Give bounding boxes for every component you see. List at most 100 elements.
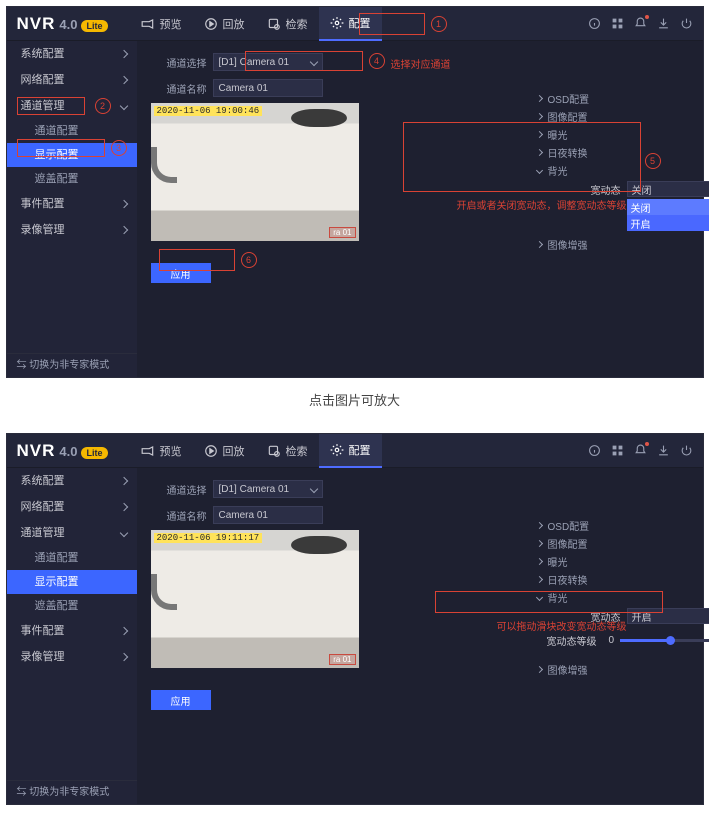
sidebar-display-cfg[interactable]: 显示配置	[7, 143, 137, 167]
wdr-select-value: 关闭	[632, 182, 652, 197]
chevron-down-icon	[535, 166, 542, 173]
topbar: NVR 4.0 Lite 预览 回放 检索 配置	[7, 7, 703, 41]
sidebar-channel-cfg[interactable]: 通道配置	[7, 119, 137, 143]
apply-button[interactable]: 应用	[151, 690, 211, 710]
gear-icon	[330, 443, 344, 457]
video-preview: 2020-11-06 19:11:17 ra 01	[151, 530, 359, 668]
logo-text: NVR	[17, 441, 56, 461]
rpanel-osd[interactable]: OSD配置	[537, 516, 709, 534]
preview-camera-label: ra 01	[329, 227, 355, 238]
nav-search[interactable]: 检索	[256, 7, 319, 41]
rpanel-imgenh[interactable]: 图像增强	[537, 235, 709, 253]
bell-icon[interactable]	[634, 17, 647, 30]
topbar-right	[588, 444, 693, 457]
nav-preview[interactable]: 预览	[130, 434, 193, 468]
search-icon	[267, 444, 281, 458]
sidebar: 系统配置 网络配置 通道管理 通道配置 显示配置 遮盖配置 事件配置 录像管理 …	[7, 468, 137, 804]
camera-icon	[141, 17, 155, 31]
topnav: 预览 回放 检索 配置	[130, 7, 382, 41]
bell-icon[interactable]	[634, 444, 647, 457]
info-icon[interactable]	[588, 17, 601, 30]
chevron-right-icon	[119, 50, 127, 58]
slider-thumb[interactable]	[666, 636, 675, 645]
apply-button[interactable]: 应用	[151, 263, 211, 283]
sidebar-footer[interactable]: ⇆ 切换为非专家模式	[7, 780, 137, 804]
rpanel-imgenh[interactable]: 图像增强	[537, 660, 709, 678]
sidebar-mask-cfg[interactable]: 遮盖配置	[7, 594, 137, 618]
right-panel: OSD配置 图像配置 曝光 日夜转换 背光 宽动态 关闭 关闭 开启	[537, 89, 709, 253]
channel-name-input[interactable]: Camera 01	[213, 506, 323, 524]
sidebar-mask-cfg[interactable]: 遮盖配置	[7, 167, 137, 191]
playback-icon	[204, 17, 218, 31]
rpanel-daynight[interactable]: 日夜转换	[537, 570, 709, 588]
sidebar-event-cfg[interactable]: 事件配置	[7, 191, 137, 217]
rpanel-backlight[interactable]: 背光	[537, 161, 709, 179]
channel-select[interactable]: [D1] Camera 01	[213, 53, 323, 71]
sidebar-channel-mgmt[interactable]: 通道管理	[7, 520, 137, 546]
nav-playback[interactable]: 回放	[193, 434, 256, 468]
wdr-slider[interactable]	[620, 639, 709, 642]
preview-camera-label: ra 01	[329, 654, 355, 665]
wdr-option-on[interactable]: 开启	[627, 215, 709, 231]
chevron-right-icon	[119, 76, 127, 84]
topbar: NVR 4.0 Lite 预览 回放 检索 配置	[7, 434, 703, 468]
nav-config[interactable]: 配置	[319, 7, 382, 41]
channel-name-input[interactable]: Camera 01	[213, 79, 323, 97]
sidebar-channel-cfg[interactable]: 通道配置	[7, 546, 137, 570]
chevron-right-icon	[535, 521, 542, 528]
sidebar-display-cfg[interactable]: 显示配置	[7, 570, 137, 594]
wdr-label: 宽动态	[537, 182, 621, 197]
chevron-down-icon	[119, 102, 127, 110]
sidebar-footer[interactable]: ⇆ 切换为非专家模式	[7, 353, 137, 377]
sidebar-system[interactable]: 系统配置	[7, 41, 137, 67]
grid-icon[interactable]	[611, 17, 624, 30]
logo-text: NVR	[17, 14, 56, 34]
nav-search[interactable]: 检索	[256, 434, 319, 468]
nav-search-label: 检索	[286, 16, 308, 32]
nav-config[interactable]: 配置	[319, 434, 382, 468]
sidebar-system[interactable]: 系统配置	[7, 468, 137, 494]
sidebar-channel-mgmt[interactable]: 通道管理	[7, 93, 137, 119]
topbar-right	[588, 17, 693, 30]
sidebar-network[interactable]: 网络配置	[7, 494, 137, 520]
rpanel-daynight[interactable]: 日夜转换	[537, 143, 709, 161]
rpanel-image[interactable]: 图像配置	[537, 534, 709, 552]
chevron-down-icon	[535, 593, 542, 600]
download-icon[interactable]	[657, 17, 670, 30]
logo: NVR 4.0 Lite	[17, 441, 108, 461]
sidebar-event-cfg[interactable]: 事件配置	[7, 618, 137, 644]
rpanel-backlight[interactable]: 背光	[537, 588, 709, 606]
chevron-right-icon	[119, 200, 127, 208]
power-icon[interactable]	[680, 17, 693, 30]
info-icon[interactable]	[588, 444, 601, 457]
camera-icon	[141, 444, 155, 458]
chevron-right-icon	[119, 477, 127, 485]
gear-icon	[330, 16, 344, 30]
power-icon[interactable]	[680, 444, 693, 457]
sidebar-record-cfg[interactable]: 录像管理	[7, 217, 137, 243]
wdr-select[interactable]: 关闭	[627, 181, 709, 197]
channel-name-label: 通道名称	[151, 508, 207, 523]
chevron-right-icon	[119, 627, 127, 635]
sidebar-system-label: 系统配置	[21, 41, 65, 67]
wdr-option-off[interactable]: 关闭	[627, 199, 709, 215]
preview-timestamp: 2020-11-06 19:00:46	[154, 106, 263, 116]
channel-select[interactable]: [D1] Camera 01	[213, 480, 323, 498]
sidebar-network-label: 网络配置	[21, 67, 65, 93]
grid-icon[interactable]	[611, 444, 624, 457]
nav-playback[interactable]: 回放	[193, 7, 256, 41]
rpanel-osd[interactable]: OSD配置	[537, 89, 709, 107]
sidebar-record-cfg[interactable]: 录像管理	[7, 644, 137, 670]
chevron-right-icon	[535, 539, 542, 546]
nav-preview[interactable]: 预览	[130, 7, 193, 41]
download-icon[interactable]	[657, 444, 670, 457]
wdr-select[interactable]: 开启	[627, 608, 709, 624]
rpanel-exposure[interactable]: 曝光	[537, 125, 709, 143]
rpanel-exposure[interactable]: 曝光	[537, 552, 709, 570]
rpanel-image[interactable]: 图像配置	[537, 107, 709, 125]
chevron-right-icon	[119, 653, 127, 661]
nav-playback-label: 回放	[223, 16, 245, 32]
sidebar-network[interactable]: 网络配置	[7, 67, 137, 93]
main-content: 通道选择 [D1] Camera 01 通道名称 Camera 01 2020-…	[137, 468, 703, 804]
screenshot-1: NVR 4.0 Lite 预览 回放 检索 配置	[6, 6, 704, 378]
